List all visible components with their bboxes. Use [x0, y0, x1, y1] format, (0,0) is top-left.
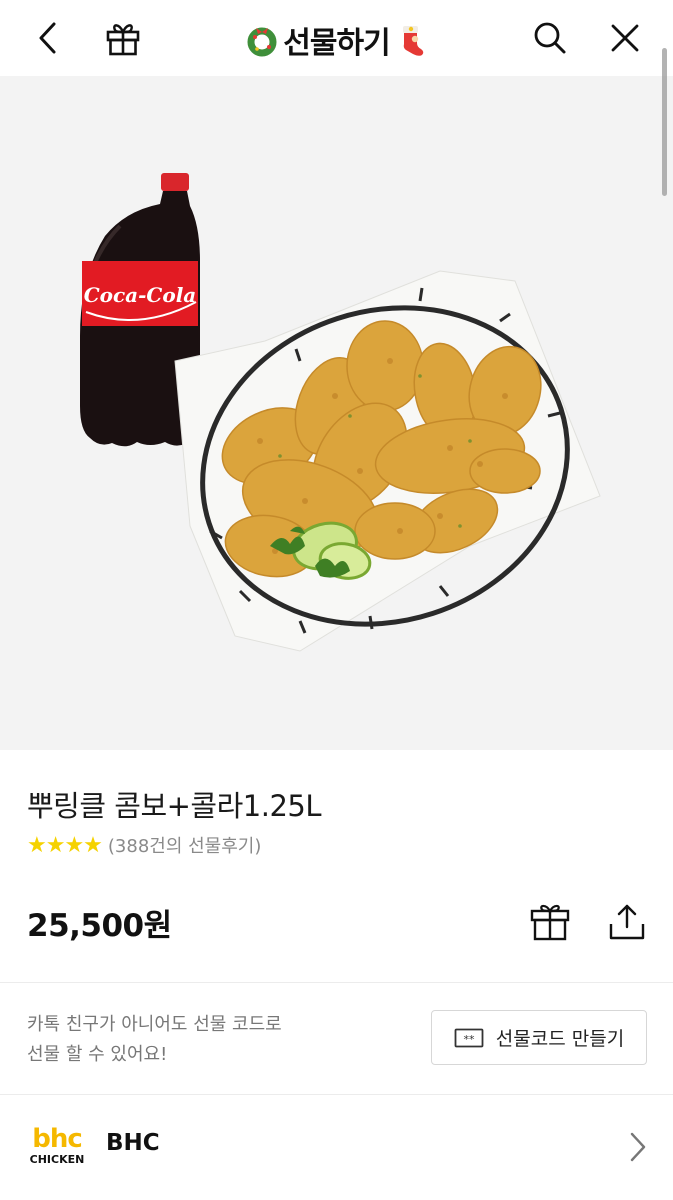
share-button[interactable]: [603, 898, 651, 946]
chicken-basket-image: [174, 270, 601, 652]
brand-row[interactable]: bhc CHICKEN BHC: [0, 1096, 673, 1200]
search-icon: [534, 22, 566, 54]
close-button[interactable]: [601, 14, 649, 62]
cola-label-text: Coca-Cola: [84, 283, 197, 307]
bhc-logo-bottom: CHICKEN: [30, 1153, 84, 1166]
ticket-icon: **: [454, 1028, 484, 1047]
review-count: (388건의 선물후기): [107, 836, 262, 857]
bhc-logo: bhc CHICKEN: [30, 1124, 84, 1166]
gift-code-line-1: 카톡 친구가 아니어도 선물 코드로: [27, 1014, 282, 1035]
create-gift-code-label: 선물코드 만들기: [495, 1028, 625, 1050]
wreath-icon: [247, 27, 277, 57]
close-icon: [611, 24, 639, 52]
section-divider: [0, 1094, 673, 1095]
svg-text:**: **: [463, 1033, 475, 1046]
page-scrollbar[interactable]: [662, 48, 667, 196]
product-photo-illustration: Coca-Cola: [80, 173, 601, 652]
gift-button[interactable]: [526, 898, 574, 946]
chevron-right-icon: [630, 1132, 646, 1162]
rating-stars: ★★★★: [27, 832, 103, 858]
gift-box-icon: [530, 904, 570, 941]
top-navigation-bar: 선물하기: [0, 0, 673, 76]
search-button[interactable]: [526, 14, 574, 62]
product-rating[interactable]: ★★★★ (388건의 선물후기): [27, 832, 261, 858]
create-gift-code-button[interactable]: ** 선물코드 만들기: [431, 1010, 647, 1065]
product-image: Coca-Cola: [0, 76, 673, 750]
page-title-text: 선물하기: [283, 26, 390, 61]
section-divider: [0, 982, 673, 983]
product-price: 25,500원: [27, 908, 172, 944]
product-name: 뿌링클 콤보+콜라1.25L: [27, 789, 322, 823]
gift-code-description: 카톡 친구가 아니어도 선물 코드로 선물 할 수 있어요!: [27, 1010, 282, 1070]
christmas-stocking-icon: [402, 26, 423, 56]
bhc-logo-top: bhc: [32, 1124, 82, 1154]
share-icon: [609, 904, 645, 940]
gift-code-line-2: 선물 할 수 있어요!: [27, 1044, 168, 1065]
brand-name: BHC: [106, 1130, 160, 1156]
